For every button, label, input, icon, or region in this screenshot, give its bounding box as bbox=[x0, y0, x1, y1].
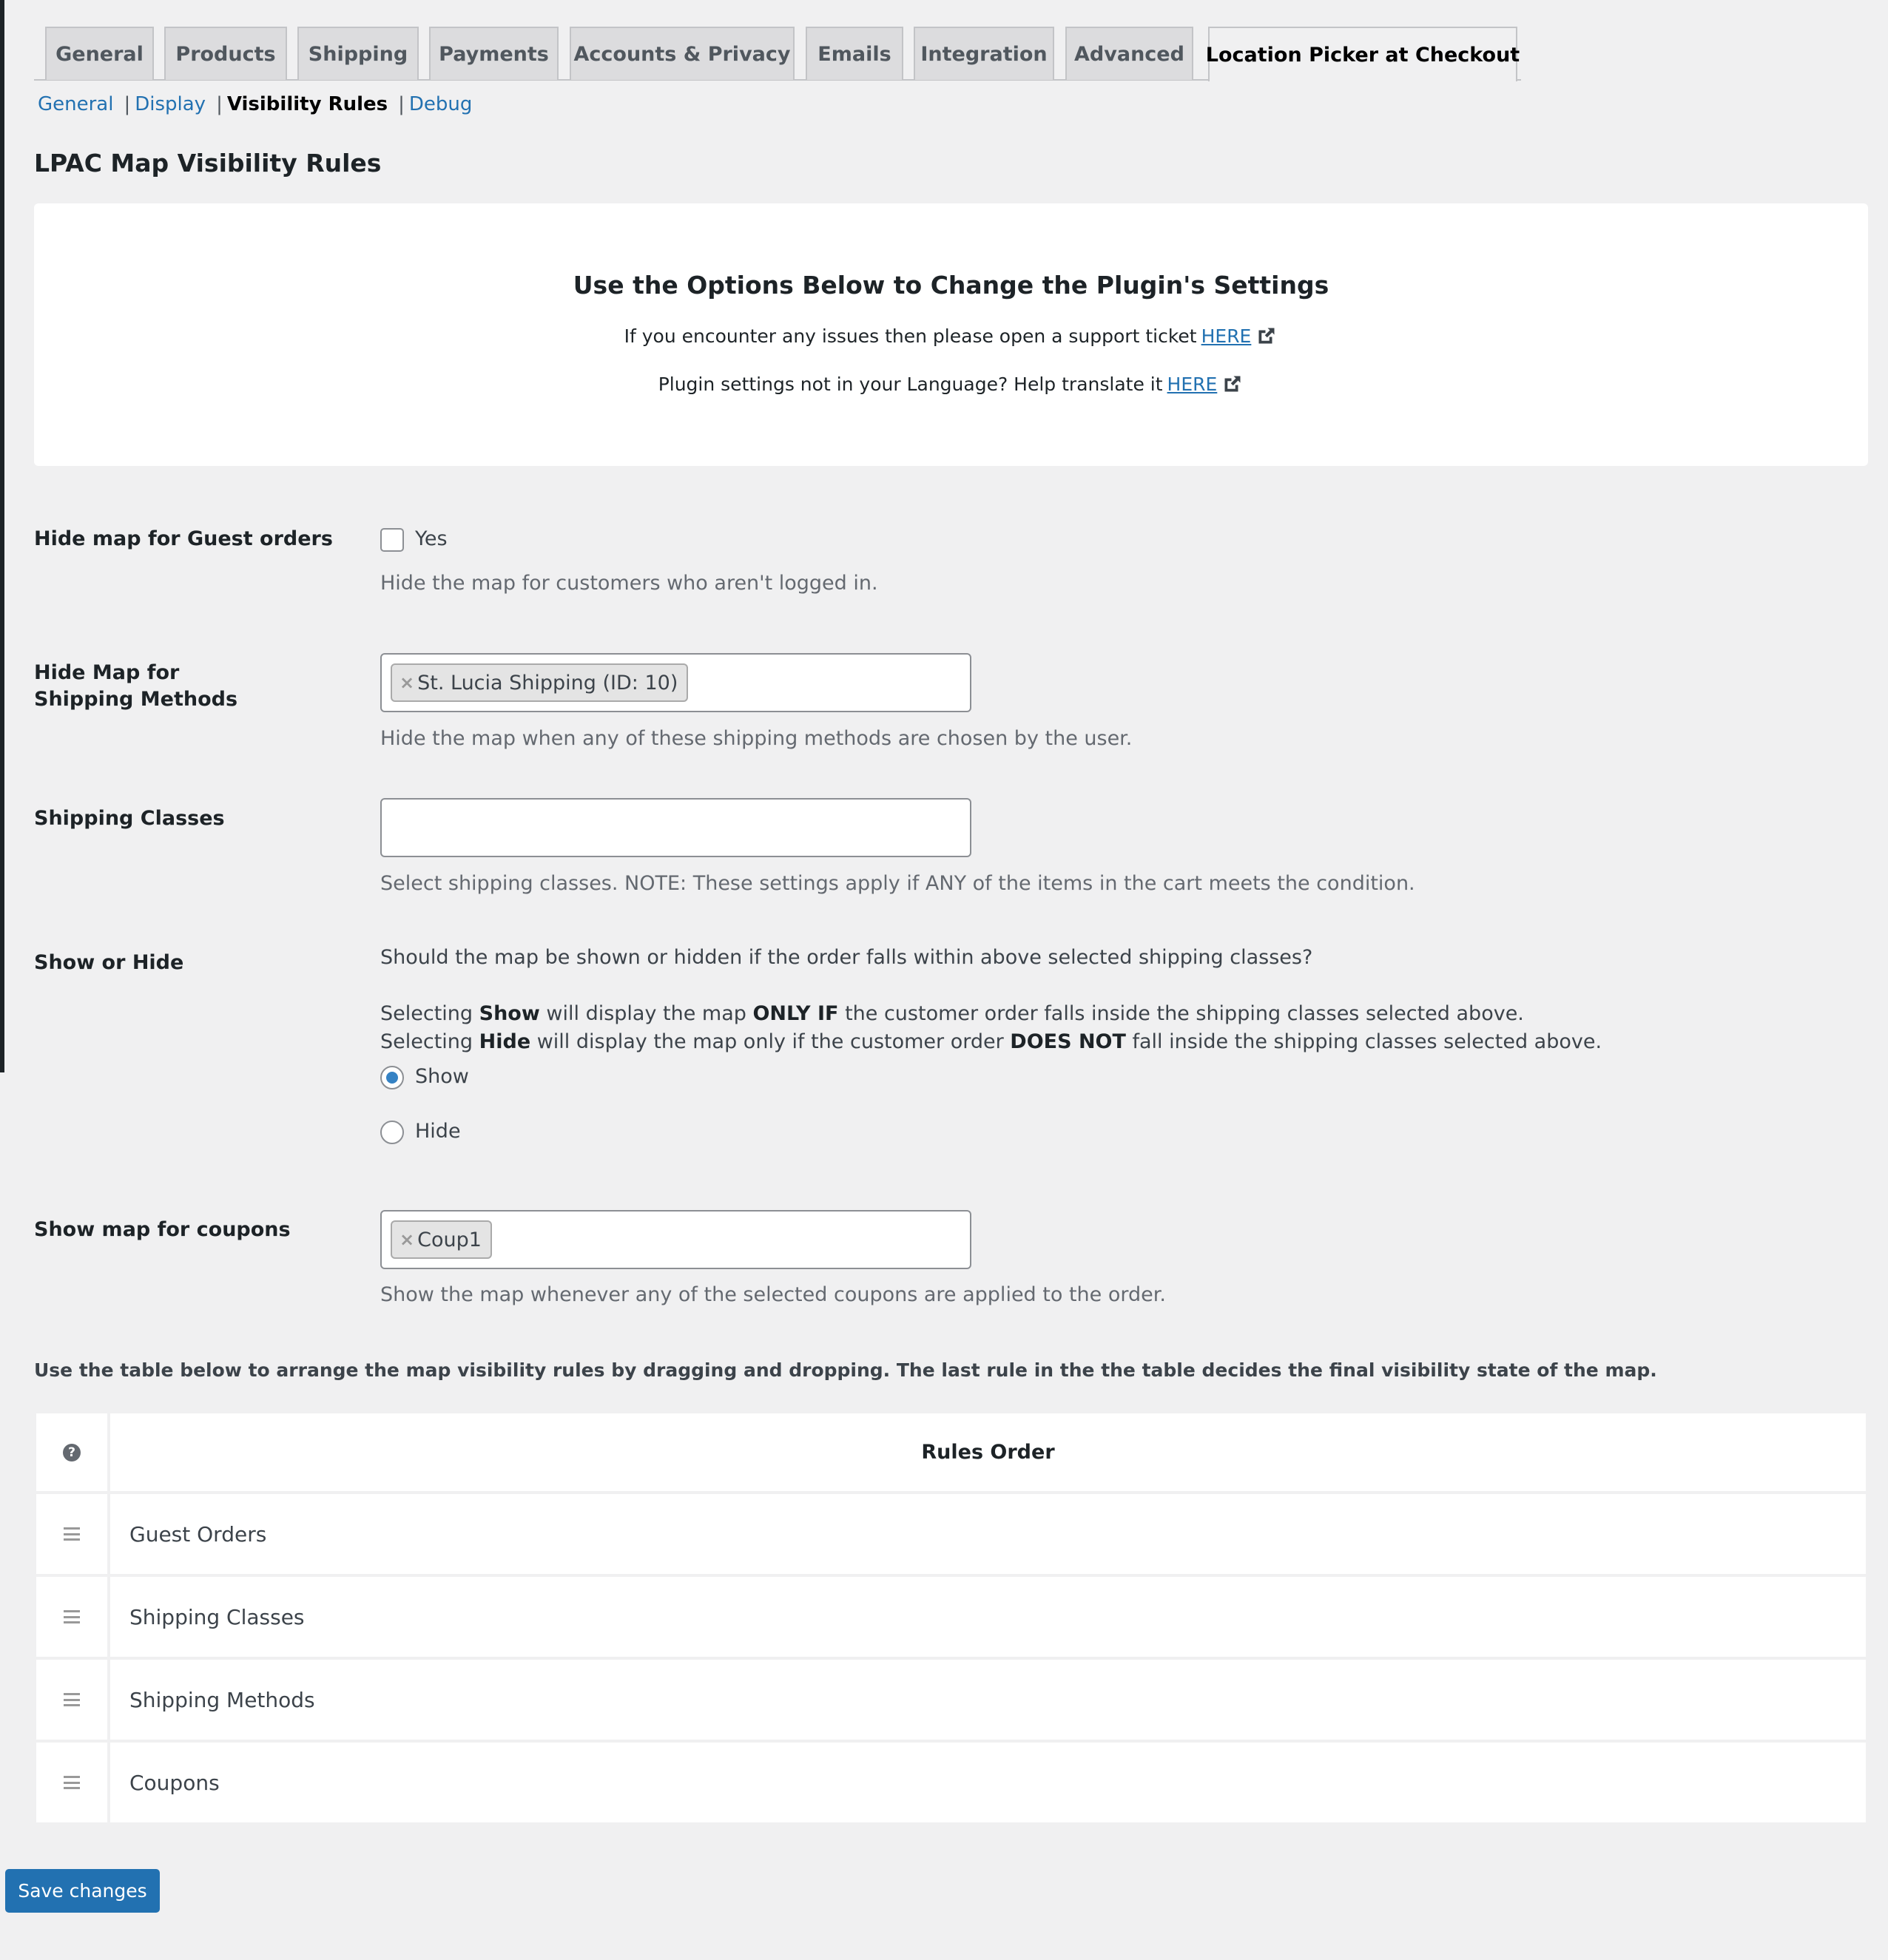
remove-chip-icon[interactable]: × bbox=[399, 672, 414, 693]
drag-handle[interactable] bbox=[36, 1577, 107, 1657]
save-changes-button[interactable]: Save changes bbox=[5, 1869, 160, 1913]
subnav-debug[interactable]: Debug bbox=[409, 93, 473, 115]
chip-label: Coup1 bbox=[417, 1228, 482, 1251]
guest-orders-checkbox[interactable] bbox=[380, 528, 404, 552]
rule-label: Shipping Classes bbox=[110, 1577, 1866, 1657]
chip-label: St. Lucia Shipping (ID: 10) bbox=[417, 671, 678, 695]
drag-handle[interactable] bbox=[36, 1494, 107, 1574]
hide-explanation: Selecting Hide will display the map only… bbox=[380, 1030, 1602, 1053]
show-radio[interactable] bbox=[380, 1066, 404, 1089]
subnav-separator: | bbox=[124, 93, 131, 115]
table-row[interactable]: Shipping Methods bbox=[36, 1660, 1866, 1740]
drag-handle[interactable] bbox=[36, 1743, 107, 1822]
coupons-label: Show map for coupons bbox=[34, 1218, 291, 1241]
shipping-methods-label: Hide Map for Shipping Methods bbox=[34, 661, 238, 711]
tab-accounts-privacy[interactable]: Accounts & Privacy bbox=[570, 27, 795, 80]
support-line: If you encounter any issues then please … bbox=[34, 325, 1868, 347]
admin-sidebar-edge bbox=[0, 0, 4, 1072]
remove-chip-icon[interactable]: × bbox=[399, 1229, 414, 1250]
support-text: If you encounter any issues then please … bbox=[624, 325, 1197, 347]
table-row[interactable]: Coupons bbox=[36, 1743, 1866, 1822]
info-box-title: Use the Options Below to Change the Plug… bbox=[573, 271, 1329, 300]
subnav-separator: | bbox=[398, 93, 405, 115]
subnav-general[interactable]: General bbox=[38, 93, 113, 115]
help-cell: ? bbox=[36, 1413, 107, 1491]
shipping-classes-description: Select shipping classes. NOTE: These set… bbox=[380, 872, 1415, 895]
tab-shipping[interactable]: Shipping bbox=[297, 27, 419, 80]
table-header-row: ? Rules Order bbox=[36, 1413, 1866, 1491]
show-or-hide-label: Show or Hide bbox=[34, 951, 184, 974]
rules-instruction: Use the table below to arrange the map v… bbox=[34, 1359, 1657, 1381]
tab-general[interactable]: General bbox=[45, 27, 154, 80]
rule-label: Coupons bbox=[110, 1743, 1866, 1822]
tab-integration[interactable]: Integration bbox=[914, 27, 1054, 80]
hide-radio[interactable] bbox=[380, 1121, 404, 1144]
drag-handle-icon[interactable] bbox=[64, 1527, 80, 1541]
coupons-select[interactable]: × Coup1 bbox=[380, 1210, 971, 1269]
coupons-description: Show the map whenever any of the selecte… bbox=[380, 1283, 1166, 1306]
guest-orders-checkbox-label[interactable]: Yes bbox=[415, 527, 448, 550]
help-icon[interactable]: ? bbox=[63, 1443, 81, 1461]
page-title: LPAC Map Visibility Rules bbox=[34, 149, 382, 178]
show-radio-label[interactable]: Show bbox=[415, 1065, 469, 1088]
support-link[interactable]: HERE bbox=[1201, 325, 1252, 347]
show-or-hide-question: Should the map be shown or hidden if the… bbox=[380, 946, 1313, 969]
table-row[interactable]: Shipping Classes bbox=[36, 1577, 1866, 1657]
table-row[interactable]: Guest Orders bbox=[36, 1494, 1866, 1574]
info-box: Use the Options Below to Change the Plug… bbox=[34, 203, 1868, 466]
shipping-classes-select[interactable] bbox=[380, 798, 971, 857]
settings-tabs: General Products Shipping Payments Accou… bbox=[34, 27, 1521, 81]
tab-location-picker[interactable]: Location Picker at Checkout bbox=[1206, 27, 1520, 81]
selected-coupon-chip: × Coup1 bbox=[391, 1220, 492, 1259]
shipping-classes-label: Shipping Classes bbox=[34, 807, 225, 830]
subnav-display[interactable]: Display bbox=[135, 93, 206, 115]
shipping-methods-select[interactable]: × St. Lucia Shipping (ID: 10) bbox=[380, 653, 971, 712]
guest-orders-description: Hide the map for customers who aren't lo… bbox=[380, 572, 878, 595]
hide-radio-label[interactable]: Hide bbox=[415, 1120, 461, 1143]
guest-orders-label: Hide map for Guest orders bbox=[34, 527, 333, 550]
tab-products[interactable]: Products bbox=[164, 27, 287, 80]
external-link-icon bbox=[1255, 325, 1278, 347]
drag-handle-icon[interactable] bbox=[64, 1776, 80, 1789]
show-explanation: Selecting Show will display the map ONLY… bbox=[380, 1002, 1524, 1025]
rule-label: Guest Orders bbox=[110, 1494, 1866, 1574]
translate-text: Plugin settings not in your Language? He… bbox=[658, 373, 1163, 395]
subnav-visibility-rules[interactable]: Visibility Rules bbox=[227, 93, 388, 115]
tab-emails[interactable]: Emails bbox=[806, 27, 903, 80]
drag-handle-icon[interactable] bbox=[64, 1610, 80, 1623]
external-link-icon bbox=[1221, 373, 1244, 395]
tab-payments[interactable]: Payments bbox=[429, 27, 559, 80]
drag-handle[interactable] bbox=[36, 1660, 107, 1740]
selected-shipping-method-chip: × St. Lucia Shipping (ID: 10) bbox=[391, 663, 689, 702]
subnav-separator: | bbox=[216, 93, 223, 115]
section-subnav: General | Display | Visibility Rules | D… bbox=[38, 93, 472, 115]
rules-order-header: Rules Order bbox=[110, 1413, 1866, 1491]
rules-order-table: ? Rules Order Guest Orders Shipping Clas… bbox=[36, 1413, 1866, 1825]
rule-label: Shipping Methods bbox=[110, 1660, 1866, 1740]
shipping-methods-description: Hide the map when any of these shipping … bbox=[380, 727, 1133, 750]
translate-line: Plugin settings not in your Language? He… bbox=[34, 373, 1868, 395]
tab-advanced[interactable]: Advanced bbox=[1065, 27, 1193, 80]
drag-handle-icon[interactable] bbox=[64, 1693, 80, 1706]
translate-link[interactable]: HERE bbox=[1167, 374, 1218, 395]
